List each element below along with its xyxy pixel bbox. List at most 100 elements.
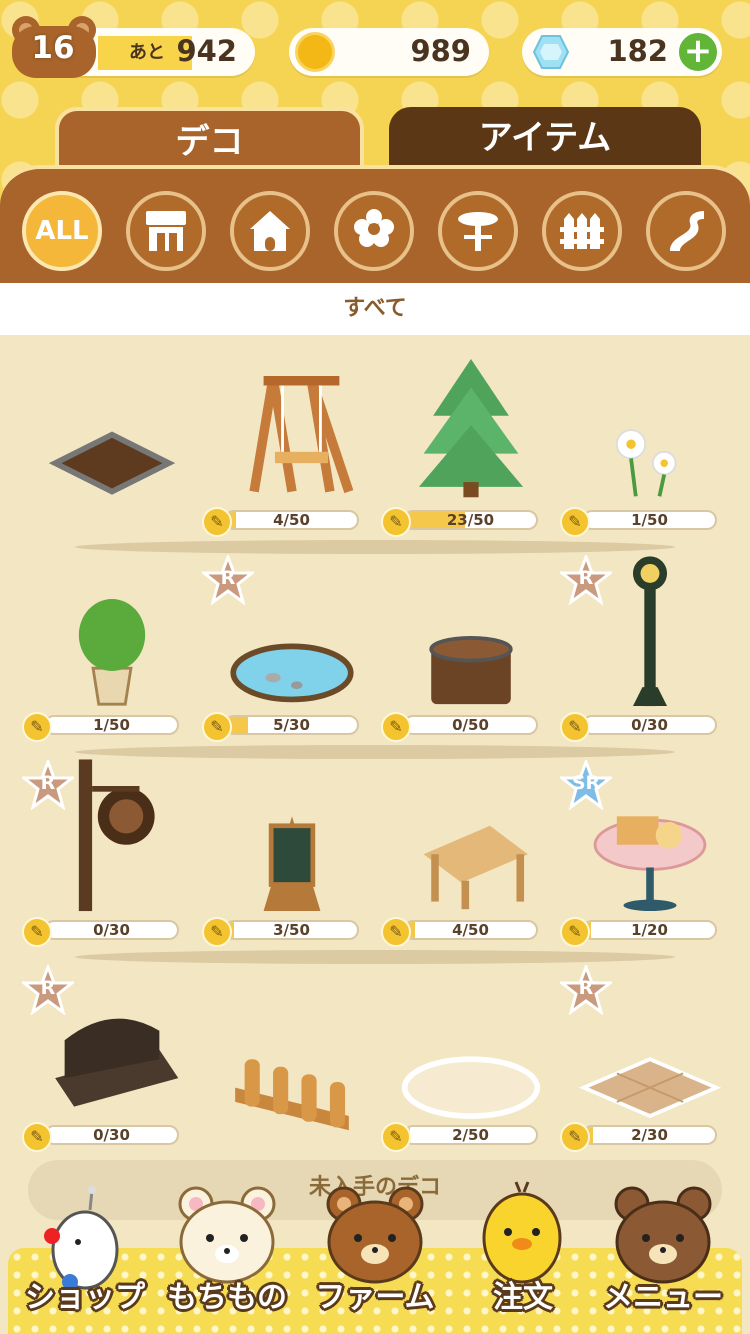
- count-bar: 23/50: [403, 510, 538, 530]
- wooden-table-image: [423, 825, 528, 910]
- count-bar: 1/50: [582, 510, 717, 530]
- count-bar: 1/20: [582, 920, 717, 940]
- nav-farm[interactable]: ファーム: [300, 1180, 450, 1334]
- deco-item-menu-board[interactable]: 3/50 ✎: [202, 750, 382, 947]
- count-bar: 3/50: [224, 920, 359, 940]
- category-flower[interactable]: [334, 191, 414, 271]
- level-number: 16: [31, 30, 75, 66]
- shelf-shadow: [75, 745, 675, 759]
- section-title: すべて: [0, 283, 750, 335]
- deco-item-tile-floor[interactable]: R 2/30 ✎: [557, 955, 740, 1152]
- deco-item-wooden-swing[interactable]: 4/50 ✎: [202, 340, 382, 537]
- gem-icon: [532, 35, 570, 69]
- rarity-label: R: [40, 977, 56, 999]
- rarity-badge: R: [19, 962, 77, 1016]
- count-label: 1/20: [631, 921, 668, 939]
- paint-brush-icon: ✎: [381, 507, 411, 537]
- soil-patch-image: [48, 431, 176, 495]
- category-shop[interactable]: [126, 191, 206, 271]
- paint-brush-icon: ✎: [202, 507, 232, 537]
- paint-brush-icon: ✎: [381, 917, 411, 947]
- flower-icon: [354, 209, 394, 247]
- count-label: 3/50: [273, 921, 310, 939]
- fence-icon: [560, 213, 604, 249]
- nav-inventory-label: もちもの: [167, 1280, 287, 1315]
- cream-rug-image: [401, 1056, 541, 1119]
- house-icon: [250, 211, 290, 251]
- deco-item-potted-plant[interactable]: 1/50 ✎: [22, 545, 202, 742]
- deco-item-street-lamp[interactable]: R 0/30 ✎: [557, 545, 740, 742]
- count-label: 2/30: [631, 1126, 668, 1144]
- shop-icon: [146, 211, 186, 251]
- coin-pill: 989: [289, 28, 489, 76]
- nav-farm-label: ファーム: [315, 1280, 435, 1315]
- fir-tree-image: [418, 358, 524, 498]
- nav-shop-label: ショップ: [25, 1280, 145, 1315]
- category-table[interactable]: [438, 191, 518, 271]
- shelf-shadow: [75, 950, 675, 964]
- nav-orders-label: 注文: [493, 1280, 553, 1315]
- add-gems-button[interactable]: +: [676, 30, 720, 74]
- deco-item-white-flowers[interactable]: 1/50 ✎: [560, 340, 740, 537]
- nav-menu[interactable]: メニュー: [588, 1180, 738, 1334]
- category-all[interactable]: ALL: [22, 191, 102, 271]
- deco-item-wooden-fence[interactable]: [202, 955, 382, 1145]
- deco-item-fir-tree[interactable]: 23/50 ✎: [381, 340, 561, 537]
- deco-item-picnic-table[interactable]: SR 1/20 ✎: [557, 750, 740, 947]
- paint-brush-icon: ✎: [202, 712, 232, 742]
- deco-item-tree-stump[interactable]: 0/50 ✎: [381, 545, 561, 742]
- deco-item-soil-patch[interactable]: [22, 340, 202, 530]
- count-bar: 2/50: [403, 1125, 538, 1145]
- gem-pill: 182 +: [522, 28, 722, 76]
- count-label: 4/50: [273, 511, 310, 529]
- count-label: 0/30: [93, 921, 130, 939]
- rarity-label: R: [220, 567, 236, 589]
- remaining-xp: 942: [176, 34, 237, 68]
- count-bar: 0/30: [582, 715, 717, 735]
- count-bar: 0/50: [403, 715, 538, 735]
- path-icon: [670, 211, 704, 251]
- rarity-label: R: [578, 567, 594, 589]
- nav-orders[interactable]: 注文: [448, 1180, 598, 1334]
- deco-item-small-pond[interactable]: R 5/30 ✎: [199, 545, 382, 742]
- deco-item-iron-bench[interactable]: R 0/30 ✎: [19, 955, 202, 1152]
- count-label: 0/30: [93, 1126, 130, 1144]
- white-flowers-image: [615, 429, 677, 497]
- count-label: 5/30: [273, 716, 310, 734]
- category-fence[interactable]: [542, 191, 622, 271]
- count-bar: 1/50: [44, 715, 179, 735]
- paint-brush-icon: ✎: [560, 712, 590, 742]
- table-icon: [458, 212, 498, 251]
- paint-brush-icon: ✎: [381, 712, 411, 742]
- deco-item-cafe-sign-post[interactable]: R 0/30 ✎: [19, 750, 202, 947]
- category-path[interactable]: [646, 191, 726, 271]
- coin-count: 989: [410, 34, 471, 68]
- coin-icon: [295, 32, 335, 72]
- rarity-badge: R: [557, 962, 615, 1016]
- count-label: 0/30: [631, 716, 668, 734]
- nav-shop[interactable]: ショップ: [10, 1180, 160, 1334]
- count-label: 2/50: [452, 1126, 489, 1144]
- top-header: あと 942 16 989 182 + デコ アイテム ALL: [0, 0, 750, 283]
- count-bar: 5/30: [224, 715, 359, 735]
- paint-brush-icon: ✎: [560, 1122, 590, 1152]
- rarity-label: R: [40, 772, 56, 794]
- potted-plant-image: [78, 599, 146, 706]
- count-bar: 0/30: [44, 1125, 179, 1145]
- rarity-badge: R: [199, 552, 257, 606]
- paint-brush-icon: ✎: [560, 917, 590, 947]
- rarity-badge: R: [557, 552, 615, 606]
- nav-inventory[interactable]: もちもの: [152, 1180, 302, 1334]
- rarity-badge: SR: [557, 757, 615, 811]
- category-house[interactable]: [230, 191, 310, 271]
- tab-deco[interactable]: デコ: [55, 107, 364, 169]
- paint-brush-icon: ✎: [22, 1122, 52, 1152]
- count-bar: 4/50: [403, 920, 538, 940]
- paint-brush-icon: ✎: [22, 917, 52, 947]
- deco-item-wooden-table[interactable]: 4/50 ✎: [381, 750, 561, 947]
- tab-item[interactable]: アイテム: [389, 107, 701, 169]
- rarity-label: R: [578, 977, 594, 999]
- count-label: 0/50: [452, 716, 489, 734]
- count-bar: 4/50: [224, 510, 359, 530]
- deco-item-cream-rug[interactable]: 2/50 ✎: [381, 955, 561, 1152]
